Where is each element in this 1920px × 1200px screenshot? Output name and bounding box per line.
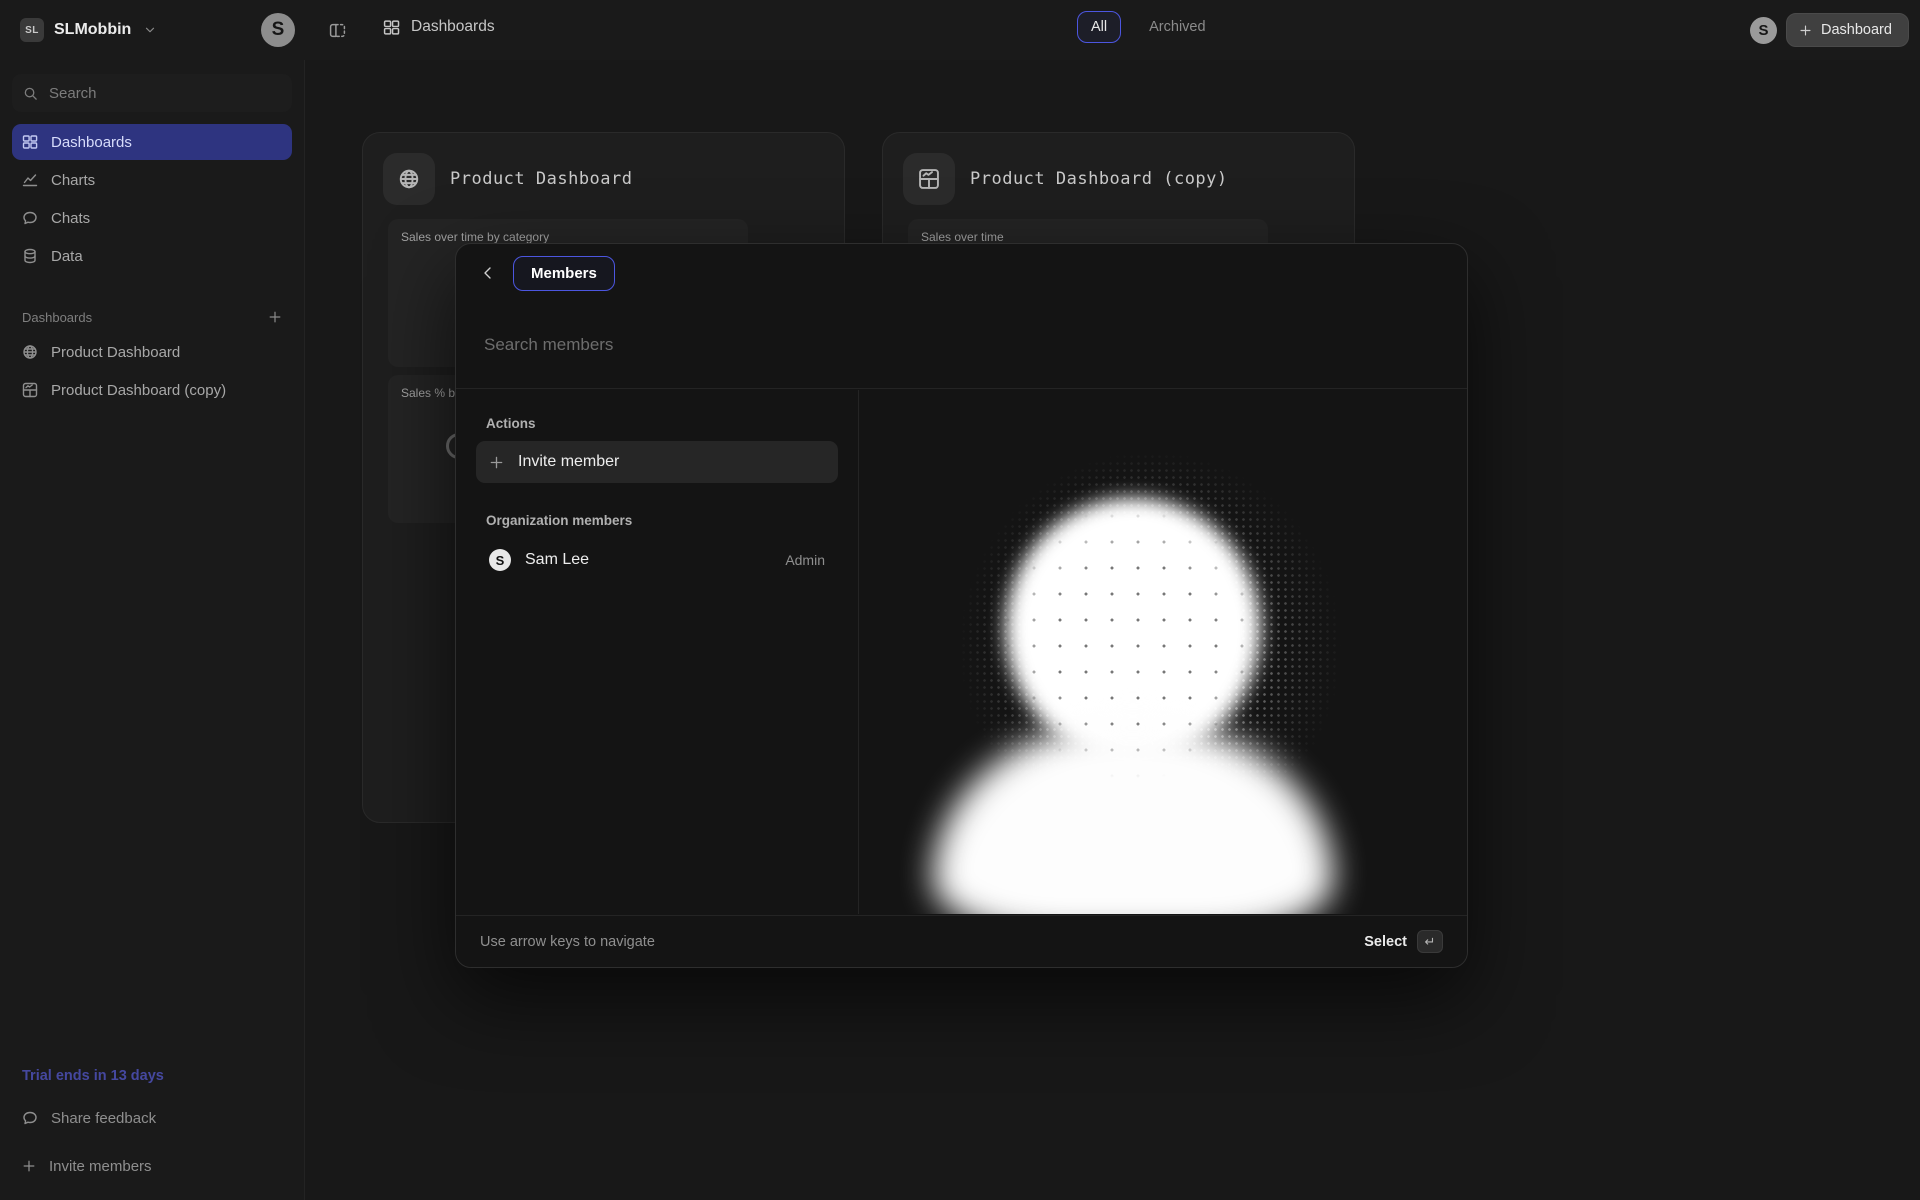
invite-members-label: Invite members <box>49 1157 152 1175</box>
user-avatar[interactable]: S <box>1750 17 1777 44</box>
plus-icon <box>489 455 504 470</box>
sidebar-item-data[interactable]: Data <box>12 238 292 274</box>
halftone-overlay-dots <box>859 390 1467 914</box>
breadcrumb[interactable]: Dashboards <box>383 18 495 36</box>
dashboards-grid-icon <box>383 19 400 36</box>
breadcrumb-label: Dashboards <box>411 18 495 35</box>
app-logo: S <box>261 13 295 47</box>
tab-all[interactable]: All <box>1077 11 1122 43</box>
modal-footer: Use arrow keys to navigate Select ↵ <box>456 915 1467 967</box>
add-dashboard-icon[interactable] <box>268 310 282 324</box>
member-avatar: S <box>489 549 511 571</box>
members-search-input[interactable] <box>484 335 1439 355</box>
card-title: Product Dashboard <box>450 169 633 189</box>
sidebar-nav: Dashboards Charts Chats Data <box>0 124 304 274</box>
share-feedback-label: Share feedback <box>51 1109 157 1127</box>
dashboard-mini-icon <box>903 153 955 205</box>
sidebar-item-label: Data <box>51 247 83 265</box>
archive-filter-tabs: All Archived <box>1077 11 1220 43</box>
sidebar-toggle-icon[interactable] <box>329 22 346 39</box>
share-feedback-link[interactable]: Share feedback <box>12 1098 292 1138</box>
enter-key-icon: ↵ <box>1417 930 1443 953</box>
globe-icon <box>383 153 435 205</box>
plus-icon <box>22 1159 36 1173</box>
workspace-badge: SL <box>20 18 44 42</box>
new-dashboard-button[interactable]: Dashboard <box>1786 13 1909 47</box>
sidebar-item-label: Product Dashboard (copy) <box>51 381 227 399</box>
globe-icon <box>22 344 38 360</box>
chart-preview-label: Sales over time <box>921 230 1004 244</box>
navigation-hint: Use arrow keys to navigate <box>480 933 655 950</box>
sidebar: Dashboards Charts Chats Data Dashboards <box>0 60 305 1200</box>
member-name: Sam Lee <box>525 551 590 568</box>
sidebar-item-product-dashboard[interactable]: Product Dashboard <box>12 334 292 370</box>
sidebar-item-product-dashboard-copy[interactable]: Product Dashboard (copy) <box>12 372 292 408</box>
member-preview-pane <box>859 390 1467 914</box>
sidebar-item-label: Chats <box>51 209 91 227</box>
chart-preview-label: Sales over time by category <box>401 230 550 244</box>
chat-bubble-icon <box>22 210 38 226</box>
trial-notice: Trial ends in 13 days <box>22 1068 164 1084</box>
dashboard-mini-icon <box>22 382 38 398</box>
tab-archived[interactable]: Archived <box>1135 11 1219 43</box>
workspace-name: SLMobbin <box>54 21 132 38</box>
card-header: Product Dashboard (copy) <box>883 133 1354 225</box>
search-icon <box>23 86 38 101</box>
select-label: Select <box>1364 933 1407 950</box>
chart-line-icon <box>22 172 38 188</box>
back-chevron-icon[interactable] <box>480 265 496 281</box>
sidebar-item-label: Product Dashboard <box>51 343 181 361</box>
member-role-badge: Admin <box>785 552 825 568</box>
workspace-switcher[interactable]: SL SLMobbin <box>20 14 157 46</box>
sidebar-search[interactable] <box>12 74 292 112</box>
members-modal: Members Actions Invite member Organizati… <box>455 243 1468 968</box>
sidebar-item-dashboards[interactable]: Dashboards <box>12 124 292 160</box>
dashboards-section-header: Dashboards <box>12 304 292 330</box>
section-title: Dashboards <box>22 309 93 325</box>
sidebar-item-charts[interactable]: Charts <box>12 162 292 198</box>
plus-icon <box>1799 24 1812 37</box>
invite-member-action[interactable]: Invite member <box>476 441 838 483</box>
members-tab-chip[interactable]: Members <box>513 255 615 291</box>
feedback-bubble-icon <box>22 1110 38 1126</box>
sidebar-item-chats[interactable]: Chats <box>12 200 292 236</box>
card-header: Product Dashboard <box>363 133 844 225</box>
member-row-sam-lee[interactable]: S Sam Lee Admin <box>476 538 838 582</box>
chevron-down-icon <box>143 23 157 37</box>
modal-body: Actions Invite member Organization membe… <box>456 390 1467 914</box>
org-members-section-label: Organization members <box>486 513 633 528</box>
sidebar-footer: Trial ends in 13 days Share feedback Inv… <box>12 1062 292 1186</box>
members-search-row[interactable] <box>456 302 1467 389</box>
top-bar: SL SLMobbin S Dashboards All Archived S … <box>0 0 1920 60</box>
sidebar-item-label: Dashboards <box>51 133 132 151</box>
card-title: Product Dashboard (copy) <box>970 169 1228 189</box>
invite-member-label: Invite member <box>518 453 620 470</box>
select-hint-group: Select ↵ <box>1364 930 1443 953</box>
actions-section-label: Actions <box>486 416 536 431</box>
modal-header: Members <box>456 244 1467 302</box>
new-dashboard-label: Dashboard <box>1821 22 1892 38</box>
members-list-pane: Actions Invite member Organization membe… <box>456 390 859 914</box>
search-input[interactable] <box>49 84 281 102</box>
sidebar-item-label: Charts <box>51 171 96 189</box>
dashboards-grid-icon <box>22 134 38 150</box>
database-icon <box>22 248 38 264</box>
invite-members-link[interactable]: Invite members <box>12 1146 292 1186</box>
